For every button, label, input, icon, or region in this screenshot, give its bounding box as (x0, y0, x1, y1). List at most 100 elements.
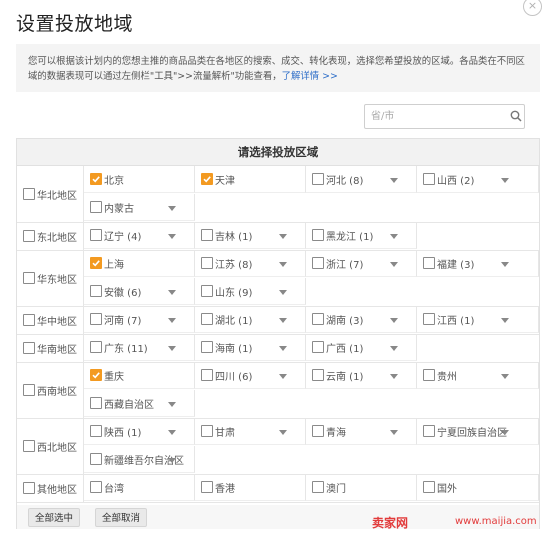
province-option[interactable]: 山东 (9) (195, 278, 306, 305)
dropdown-caret-icon[interactable] (168, 318, 176, 323)
province-checkbox[interactable] (423, 173, 435, 185)
region-checkbox[interactable] (23, 482, 35, 494)
region-checkbox[interactable] (23, 314, 35, 326)
province-checkbox[interactable] (423, 481, 435, 493)
province-option[interactable]: 辽宁 (4) (84, 222, 195, 249)
province-option[interactable]: 湖北 (1) (195, 306, 306, 333)
dropdown-caret-icon[interactable] (279, 374, 287, 379)
dropdown-caret-icon[interactable] (390, 346, 398, 351)
region-checkbox[interactable] (23, 440, 35, 452)
province-checkbox[interactable] (90, 341, 102, 353)
region-checkbox[interactable] (23, 188, 35, 200)
select-all-button[interactable]: 全部选中 (28, 508, 80, 527)
region-cell[interactable]: 华北地区 (17, 166, 84, 222)
dropdown-caret-icon[interactable] (390, 262, 398, 267)
dropdown-caret-icon[interactable] (279, 290, 287, 295)
dropdown-caret-icon[interactable] (390, 374, 398, 379)
dropdown-caret-icon[interactable] (501, 374, 509, 379)
close-icon[interactable]: × (523, 0, 542, 16)
province-option[interactable]: 台湾 (84, 474, 195, 501)
province-option[interactable]: 湖南 (3) (306, 306, 417, 333)
province-option[interactable]: 安徽 (6) (84, 278, 195, 305)
dropdown-caret-icon[interactable] (168, 402, 176, 407)
region-checkbox[interactable] (23, 342, 35, 354)
province-option[interactable]: 吉林 (1) (195, 222, 306, 249)
region-cell[interactable]: 其他地区 (17, 474, 84, 502)
province-checkbox[interactable] (90, 481, 102, 493)
province-option[interactable]: 河北 (8) (306, 166, 417, 193)
dropdown-caret-icon[interactable] (168, 206, 176, 211)
province-checkbox[interactable] (312, 313, 324, 325)
province-checkbox[interactable] (201, 425, 213, 437)
province-option[interactable]: 内蒙古 (84, 194, 195, 221)
dropdown-caret-icon[interactable] (390, 178, 398, 183)
dropdown-caret-icon[interactable] (390, 430, 398, 435)
province-option[interactable]: 澳门 (306, 474, 417, 501)
province-checkbox[interactable] (312, 257, 324, 269)
province-option[interactable]: 江苏 (8) (195, 250, 306, 277)
province-option[interactable]: 海南 (1) (195, 334, 306, 361)
province-checkbox[interactable] (201, 341, 213, 353)
dropdown-caret-icon[interactable] (168, 430, 176, 435)
province-option[interactable]: 云南 (1) (306, 362, 417, 389)
province-option[interactable]: 西藏自治区 (84, 390, 195, 417)
region-checkbox[interactable] (23, 230, 35, 242)
province-checkbox[interactable] (90, 425, 102, 437)
province-checkbox[interactable] (312, 229, 324, 241)
deselect-all-button[interactable]: 全部取消 (95, 508, 147, 527)
province-checkbox[interactable] (423, 425, 435, 437)
dropdown-caret-icon[interactable] (279, 346, 287, 351)
region-cell[interactable]: 华中地区 (17, 306, 84, 334)
dropdown-caret-icon[interactable] (279, 262, 287, 267)
learn-more-link[interactable]: 了解详情 >> (282, 71, 338, 82)
region-cell[interactable]: 西北地区 (17, 418, 84, 474)
region-checkbox[interactable] (23, 272, 35, 284)
province-option[interactable]: 广西 (1) (306, 334, 417, 361)
province-option[interactable]: 贵州 (417, 362, 539, 389)
dropdown-caret-icon[interactable] (168, 234, 176, 239)
province-option[interactable]: 上海 (84, 250, 195, 277)
region-cell[interactable]: 西南地区 (17, 362, 84, 418)
province-checkbox[interactable] (312, 341, 324, 353)
province-checkbox[interactable] (90, 173, 102, 185)
region-cell[interactable]: 东北地区 (17, 222, 84, 250)
search-input[interactable] (365, 105, 500, 128)
province-checkbox[interactable] (312, 369, 324, 381)
province-option[interactable]: 浙江 (7) (306, 250, 417, 277)
dropdown-caret-icon[interactable] (501, 178, 509, 183)
province-option[interactable]: 四川 (6) (195, 362, 306, 389)
province-option[interactable]: 山西 (2) (417, 166, 539, 193)
province-checkbox[interactable] (90, 229, 102, 241)
dropdown-caret-icon[interactable] (390, 234, 398, 239)
province-option[interactable]: 国外 (417, 474, 539, 501)
dropdown-caret-icon[interactable] (279, 430, 287, 435)
dropdown-caret-icon[interactable] (168, 458, 176, 463)
province-checkbox[interactable] (312, 425, 324, 437)
province-checkbox[interactable] (423, 313, 435, 325)
province-checkbox[interactable] (90, 257, 102, 269)
province-option[interactable]: 江西 (1) (417, 306, 539, 333)
province-checkbox[interactable] (90, 397, 102, 409)
province-option[interactable]: 天津 (195, 166, 306, 193)
province-option[interactable]: 甘肃 (195, 418, 306, 445)
dropdown-caret-icon[interactable] (501, 318, 509, 323)
province-option[interactable]: 重庆 (84, 362, 195, 389)
search-icon[interactable] (510, 110, 522, 122)
province-checkbox[interactable] (201, 229, 213, 241)
province-checkbox[interactable] (201, 481, 213, 493)
province-checkbox[interactable] (201, 257, 213, 269)
province-checkbox[interactable] (201, 173, 213, 185)
province-checkbox[interactable] (423, 369, 435, 381)
province-checkbox[interactable] (423, 257, 435, 269)
province-option[interactable]: 宁夏回族自治区 (417, 418, 539, 445)
region-checkbox[interactable] (23, 384, 35, 396)
province-checkbox[interactable] (201, 313, 213, 325)
dropdown-caret-icon[interactable] (279, 318, 287, 323)
province-option[interactable]: 新疆维吾尔自治区 (84, 446, 195, 473)
province-option[interactable]: 北京 (84, 166, 195, 193)
province-option[interactable]: 河南 (7) (84, 306, 195, 333)
province-option[interactable]: 福建 (3) (417, 250, 539, 277)
province-checkbox[interactable] (90, 369, 102, 381)
dropdown-caret-icon[interactable] (279, 234, 287, 239)
dropdown-caret-icon[interactable] (501, 262, 509, 267)
